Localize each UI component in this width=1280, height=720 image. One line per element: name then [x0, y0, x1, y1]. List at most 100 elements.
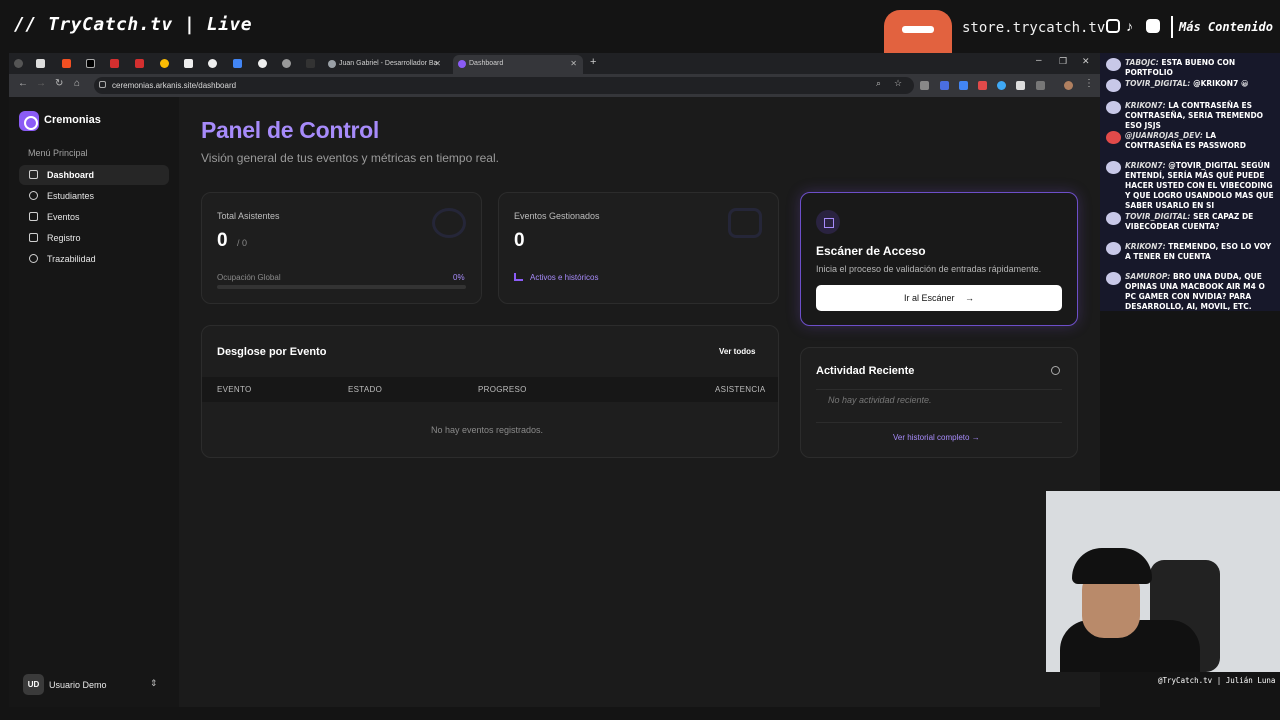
tshirt-image — [884, 10, 952, 56]
avatar — [1106, 79, 1121, 92]
chat-message: KRIKON7: LA CONTRASEÑA ES CONTRASEÑA, SE… — [1106, 101, 1276, 131]
events-icon — [29, 212, 38, 221]
chat-message: TOVIR_DIGITAL: SER CAPAZ DE VIBECODEAR C… — [1106, 212, 1276, 232]
globe-icon — [328, 60, 336, 68]
chat-message: KRIKON7: TREMENDO, ESO LO VOY A TENER EN… — [1106, 242, 1276, 262]
breakdown-title: Desglose por Evento — [217, 346, 327, 358]
window-close-icon[interactable]: ✕ — [1082, 56, 1090, 67]
tiktok-icon: ♪ — [1126, 18, 1133, 34]
avatar — [1106, 58, 1121, 71]
bookmark-star-icon[interactable]: ☆ — [894, 78, 902, 89]
extension-icon[interactable] — [959, 81, 968, 90]
back-icon[interactable]: ← — [18, 78, 28, 89]
menu-kebab-icon[interactable]: ⋮ — [1084, 78, 1094, 89]
minimize-icon[interactable]: – — [1036, 55, 1042, 66]
page-title: Panel de Control — [201, 117, 379, 143]
occupancy-label: Ocupación Global — [217, 273, 281, 282]
extension-icon[interactable] — [1016, 81, 1025, 90]
chrome-tab-icon[interactable] — [160, 59, 169, 68]
chat-message: TOVIR_DIGITAL: @KRIKON7 😀 — [1106, 79, 1276, 92]
pinned-tab-icon[interactable] — [135, 59, 144, 68]
extension-icon[interactable] — [978, 81, 987, 90]
extension-icon[interactable] — [920, 81, 929, 90]
events-link[interactable]: Activos e históricos — [530, 273, 598, 282]
profile-avatar[interactable] — [1064, 81, 1073, 90]
dashboard-icon — [29, 170, 38, 179]
clock-icon — [1051, 366, 1060, 375]
pinned-tab-icon[interactable] — [184, 59, 193, 68]
occupancy-progress-track — [217, 285, 466, 289]
pinned-tab-icon[interactable] — [110, 59, 119, 68]
new-tab-icon[interactable]: + — [590, 56, 596, 68]
register-icon — [29, 233, 38, 242]
forward-icon[interactable]: → — [36, 78, 46, 89]
avatar — [1106, 212, 1121, 225]
chevron-updown-icon[interactable]: ⇕ — [150, 678, 158, 689]
extension-icon[interactable] — [940, 81, 949, 90]
avatar — [1106, 272, 1121, 285]
reload-icon[interactable]: ↻ — [55, 78, 63, 89]
activity-title: Actividad Reciente — [816, 365, 915, 377]
restore-icon[interactable]: ❐ — [1059, 56, 1067, 67]
github-tab-icon[interactable] — [208, 59, 217, 68]
user-name[interactable]: Usuario Demo — [49, 680, 107, 690]
occupancy-value: 0% — [453, 273, 465, 282]
url-text[interactable]: ceremonias.arkanis.site/dashboard — [112, 81, 236, 90]
close-icon[interactable]: ✕ — [434, 59, 441, 68]
home-icon[interactable]: ⌂ — [74, 78, 80, 89]
site-info-icon[interactable] — [99, 81, 106, 88]
sidebar-item-dashboard[interactable]: Dashboard — [19, 165, 169, 185]
sidebar-item-eventos[interactable]: Eventos — [19, 207, 169, 227]
sidebar-item-registro[interactable]: Registro — [19, 228, 169, 248]
chart-icon — [514, 273, 523, 281]
column-header[interactable]: ESTADO — [348, 385, 382, 394]
attendees-value: 0 — [217, 230, 228, 251]
arrow-right-icon: → — [965, 293, 975, 303]
divider — [1171, 16, 1173, 38]
zoom-icon[interactable]: ⌕ — [876, 78, 881, 89]
history-link[interactable]: Ver historial completo → — [893, 433, 980, 442]
events-value: 0 — [514, 230, 525, 251]
pinned-tab-icon[interactable] — [233, 59, 242, 68]
close-icon[interactable]: ✕ — [570, 59, 577, 68]
attendees-total: / 0 — [237, 238, 248, 248]
avatar[interactable]: UD — [23, 674, 44, 695]
divider — [816, 422, 1062, 423]
youtube-icon — [1146, 19, 1160, 33]
tab-list-icon[interactable] — [14, 59, 23, 68]
pinned-tab-icon[interactable] — [306, 59, 315, 68]
scanner-button[interactable]: Ir al Escáner → — [816, 285, 1062, 311]
chat-message: TABOJC: ESTA BUENO CON PORTFOLIO — [1106, 58, 1276, 78]
sidebar-item-estudiantes[interactable]: Estudiantes — [19, 186, 169, 206]
traceability-icon — [29, 254, 38, 263]
divider — [816, 389, 1062, 390]
column-header[interactable]: EVENTO — [217, 385, 252, 394]
column-header[interactable]: ASISTENCIA — [715, 385, 766, 394]
youtube-avatar-icon — [1106, 131, 1121, 144]
extension-icon[interactable] — [997, 81, 1006, 90]
github-tab-icon[interactable] — [258, 59, 267, 68]
microsoft-tab-icon[interactable] — [62, 59, 71, 68]
empty-activity-message: No hay actividad reciente. — [828, 395, 932, 405]
pinned-tab-icon[interactable] — [36, 59, 45, 68]
page-subtitle: Visión general de tus eventos y métricas… — [201, 151, 499, 165]
scanner-title: Escáner de Acceso — [816, 244, 926, 258]
users-icon — [432, 208, 466, 238]
chat-message: @JUANROJAS_DEV: LA CONTRASEÑA ES PASSWOR… — [1106, 131, 1276, 151]
sidebar-item-trazabilidad[interactable]: Trazabilidad — [19, 249, 169, 269]
app-logo-icon — [19, 111, 39, 131]
tab-juan-gabriel[interactable]: Juan Gabriel - Desarrollador Ba ✕ — [323, 55, 447, 74]
view-all-link[interactable]: Ver todos — [719, 347, 755, 356]
tab-dashboard[interactable]: Dashboard ✕ — [453, 55, 583, 74]
pinned-tab-icon[interactable] — [282, 59, 291, 68]
more-content-label: Más Contenido — [1179, 20, 1273, 34]
webcam-name-tag: @TryCatch.tv | Julián Luna — [1155, 674, 1280, 688]
instagram-icon — [1106, 19, 1120, 33]
stream-brand: // TryCatch.tv | Live — [14, 14, 253, 35]
column-header[interactable]: PROGRESO — [478, 385, 527, 394]
chat-message: SAMUROP: BRO UNA DUDA, QUE OPINAS UNA MA… — [1106, 272, 1276, 312]
x-tab-icon[interactable] — [86, 59, 95, 68]
empty-events-message: No hay eventos registrados. — [431, 425, 544, 435]
extensions-puzzle-icon[interactable] — [1036, 81, 1045, 90]
webcam-person-cap — [1072, 548, 1152, 584]
